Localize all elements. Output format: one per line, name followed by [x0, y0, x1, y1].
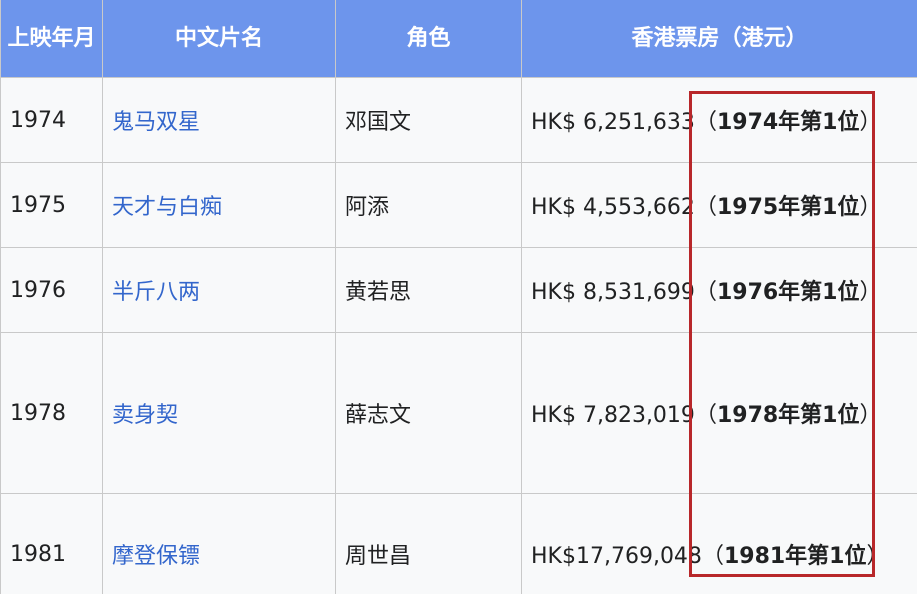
box-office-amount: HK$ 8,531,699 — [531, 280, 695, 305]
film-title-link[interactable]: 天才与白痴 — [112, 195, 222, 220]
header-row: 上映年月 中文片名 角色 香港票房（港元） — [0, 0, 917, 78]
box-office-rank: （1981年第1位） — [701, 544, 889, 569]
cell-role: 薛志文 — [335, 332, 522, 494]
cell-year: 1976 — [0, 247, 103, 333]
table-row: 1976 半斤八两 黄若思 HK$ 8,531,699（1976年第1位） — [0, 247, 917, 333]
table-row: 1981 摩登保镖 周世昌 HK$17,769,048（1981年第1位） — [0, 493, 917, 594]
box-office-rank: （1976年第1位） — [694, 280, 882, 305]
box-office-amount: HK$ 7,823,019 — [531, 403, 695, 428]
box-office-rank: （1978年第1位） — [694, 403, 882, 428]
cell-title: 卖身契 — [102, 332, 336, 494]
box-office-rank: （1974年第1位） — [694, 110, 882, 135]
cell-year: 1975 — [0, 162, 103, 248]
cell-role: 周世昌 — [335, 493, 522, 594]
cell-title: 鬼马双星 — [102, 77, 336, 163]
cell-box-office: HK$ 4,553,662（1975年第1位） — [521, 162, 917, 248]
film-title-link[interactable]: 半斤八两 — [112, 280, 200, 305]
header-role: 角色 — [335, 0, 522, 78]
cell-role: 邓国文 — [335, 77, 522, 163]
cell-box-office: HK$ 7,823,019（1978年第1位） — [521, 332, 917, 494]
cell-title: 摩登保镖 — [102, 493, 336, 594]
cell-role: 阿添 — [335, 162, 522, 248]
cell-year: 1978 — [0, 332, 103, 494]
header-title: 中文片名 — [102, 0, 336, 78]
film-title-link[interactable]: 卖身契 — [112, 403, 178, 428]
box-office-amount: HK$17,769,048 — [531, 544, 702, 569]
film-title-link[interactable]: 鬼马双星 — [112, 110, 200, 135]
table-row: 1978 卖身契 薛志文 HK$ 7,823,019（1978年第1位） — [0, 332, 917, 494]
box-office-amount: HK$ 6,251,633 — [531, 110, 695, 135]
cell-role: 黄若思 — [335, 247, 522, 333]
table-row: 1974 鬼马双星 邓国文 HK$ 6,251,633（1974年第1位） — [0, 77, 917, 163]
cell-box-office: HK$ 6,251,633（1974年第1位） — [521, 77, 917, 163]
box-office-amount: HK$ 4,553,662 — [531, 195, 695, 220]
box-office-rank: （1975年第1位） — [694, 195, 882, 220]
header-box-office: 香港票房（港元） — [521, 0, 917, 78]
filmography-table: 上映年月 中文片名 角色 香港票房（港元） 1974 鬼马双星 邓国文 HK$ … — [0, 0, 917, 594]
page: 上映年月 中文片名 角色 香港票房（港元） 1974 鬼马双星 邓国文 HK$ … — [0, 0, 917, 594]
table-row: 1975 天才与白痴 阿添 HK$ 4,553,662（1975年第1位） — [0, 162, 917, 248]
film-title-link[interactable]: 摩登保镖 — [112, 544, 200, 569]
header-year: 上映年月 — [0, 0, 103, 78]
cell-box-office: HK$17,769,048（1981年第1位） — [521, 493, 917, 594]
cell-year: 1974 — [0, 77, 103, 163]
cell-box-office: HK$ 8,531,699（1976年第1位） — [521, 247, 917, 333]
cell-title: 半斤八两 — [102, 247, 336, 333]
cell-title: 天才与白痴 — [102, 162, 336, 248]
cell-year: 1981 — [0, 493, 103, 594]
